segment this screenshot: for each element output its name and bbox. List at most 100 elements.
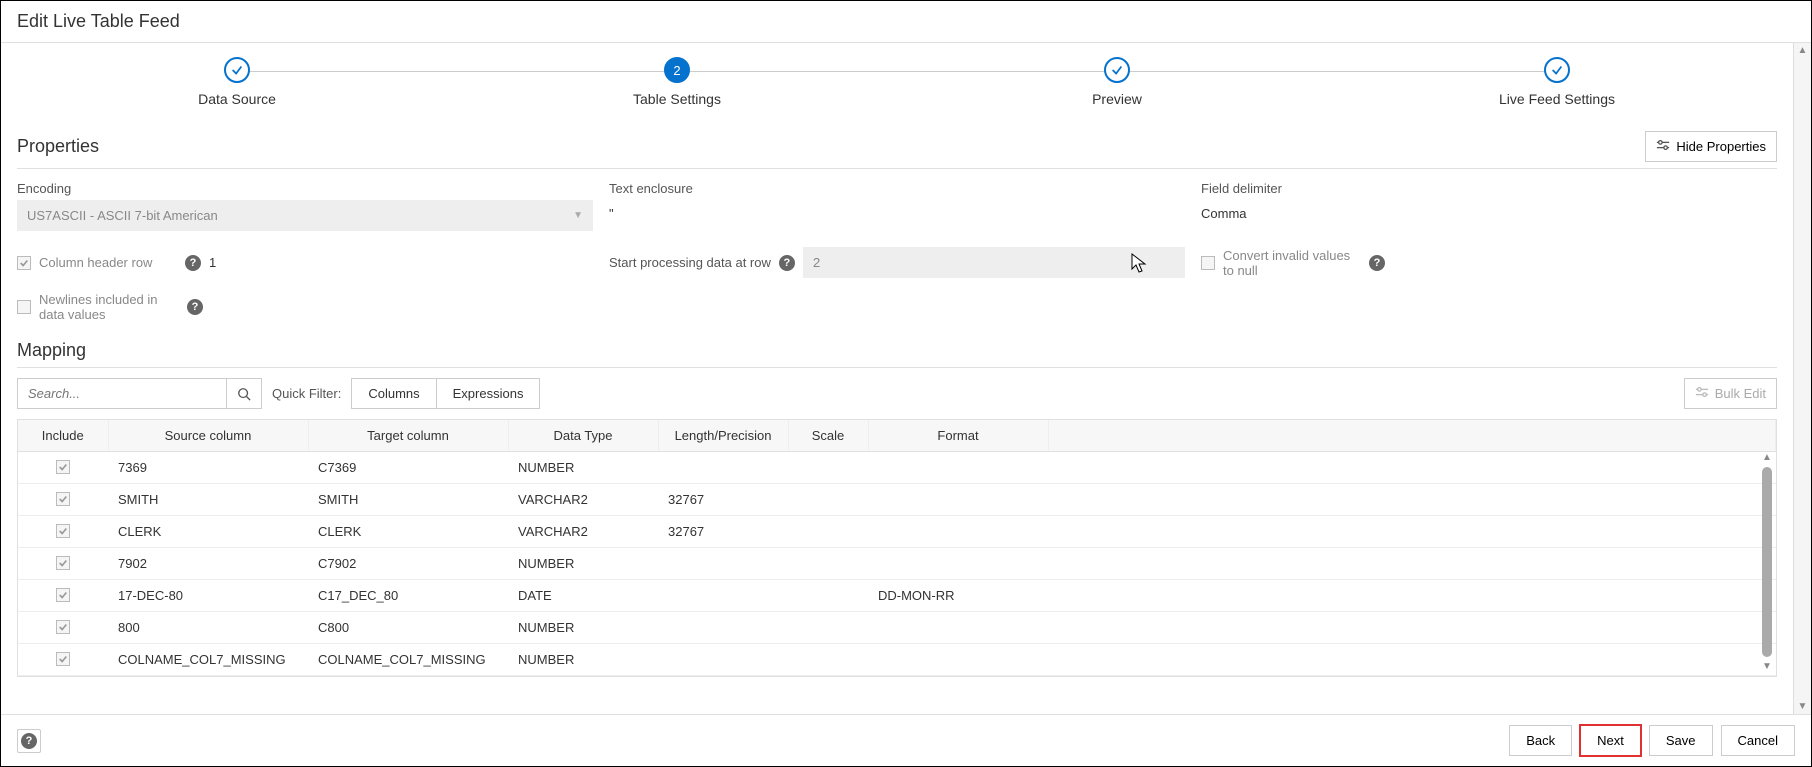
column-header-row-value: 1: [209, 255, 216, 270]
table-row[interactable]: CLERKCLERKVARCHAR232767: [18, 516, 1776, 548]
bulk-edit-button[interactable]: Bulk Edit: [1684, 378, 1777, 409]
column-header-row-checkbox[interactable]: [17, 256, 31, 270]
source-cell: CLERK: [108, 516, 308, 548]
include-checkbox[interactable]: [56, 652, 70, 666]
newlines-checkbox[interactable]: [17, 300, 31, 314]
field-delimiter-label: Field delimiter: [1201, 181, 1777, 196]
table-row[interactable]: 7902C7902NUMBER: [18, 548, 1776, 580]
source-cell: 7902: [108, 548, 308, 580]
help-icon[interactable]: ?: [779, 255, 795, 271]
include-checkbox[interactable]: [56, 460, 70, 474]
bulk-edit-label: Bulk Edit: [1715, 386, 1766, 401]
dtype-cell: DATE: [508, 580, 658, 612]
format-cell: [868, 612, 1048, 644]
table-row[interactable]: COLNAME_COL7_MISSINGCOLNAME_COL7_MISSING…: [18, 644, 1776, 676]
encoding-select[interactable]: US7ASCII - ASCII 7-bit American ▼: [17, 200, 593, 231]
help-icon: ?: [21, 733, 37, 749]
include-checkbox[interactable]: [56, 620, 70, 634]
field-delimiter-value: Comma: [1201, 200, 1777, 227]
col-target[interactable]: Target column: [308, 420, 508, 452]
convert-null-label: Convert invalid values to null: [1223, 248, 1353, 278]
format-cell: [868, 484, 1048, 516]
help-icon[interactable]: ?: [185, 255, 201, 271]
help-icon[interactable]: ?: [1369, 255, 1385, 271]
newlines-label: Newlines included in data values: [39, 292, 179, 322]
len-cell: [658, 612, 788, 644]
col-dtype[interactable]: Data Type: [508, 420, 658, 452]
len-cell: 32767: [658, 516, 788, 548]
step-number: 2: [673, 63, 680, 78]
chevron-down-icon: ▼: [573, 210, 583, 221]
col-format[interactable]: Format: [868, 420, 1048, 452]
dtype-cell: NUMBER: [508, 644, 658, 676]
target-cell: C17_DEC_80: [308, 580, 508, 612]
encoding-value: US7ASCII - ASCII 7-bit American: [27, 208, 218, 223]
cancel-button[interactable]: Cancel: [1721, 725, 1795, 756]
scroll-down-icon[interactable]: ▼: [1794, 699, 1811, 714]
step-live-feed-label: Live Feed Settings: [1499, 91, 1615, 107]
sliders-icon: [1695, 385, 1709, 402]
step-table-settings-icon[interactable]: 2: [664, 57, 690, 83]
save-button[interactable]: Save: [1649, 725, 1713, 756]
source-cell: 7369: [108, 452, 308, 484]
step-live-feed-icon[interactable]: [1544, 57, 1570, 83]
col-source[interactable]: Source column: [108, 420, 308, 452]
text-enclosure-value: ": [609, 200, 1185, 227]
filter-expressions-button[interactable]: Expressions: [436, 379, 540, 408]
scale-cell: [788, 452, 868, 484]
dtype-cell: NUMBER: [508, 452, 658, 484]
table-row[interactable]: SMITHSMITHVARCHAR232767: [18, 484, 1776, 516]
format-cell: [868, 644, 1048, 676]
col-include[interactable]: Include: [18, 420, 108, 452]
help-icon[interactable]: ?: [187, 299, 203, 315]
table-row[interactable]: 7369C7369NUMBER: [18, 452, 1776, 484]
source-cell: 800: [108, 612, 308, 644]
step-data-source-label: Data Source: [198, 91, 276, 107]
window-scrollbar[interactable]: ▲ ▼: [1793, 43, 1811, 714]
format-cell: [868, 548, 1048, 580]
target-cell: C7902: [308, 548, 508, 580]
step-preview-icon[interactable]: [1104, 57, 1130, 83]
scale-cell: [788, 548, 868, 580]
scroll-thumb[interactable]: [1762, 467, 1772, 657]
target-cell: C800: [308, 612, 508, 644]
start-row-input[interactable]: [803, 247, 1185, 278]
next-button[interactable]: Next: [1580, 725, 1641, 756]
include-checkbox[interactable]: [56, 524, 70, 538]
table-row[interactable]: 800C800NUMBER: [18, 612, 1776, 644]
col-scale[interactable]: Scale: [788, 420, 868, 452]
source-cell: 17-DEC-80: [108, 580, 308, 612]
dtype-cell: NUMBER: [508, 548, 658, 580]
help-button[interactable]: ?: [17, 729, 41, 753]
include-checkbox[interactable]: [56, 492, 70, 506]
scroll-up-icon[interactable]: ▲: [1794, 43, 1811, 58]
len-cell: [658, 644, 788, 676]
scale-cell: [788, 516, 868, 548]
table-row[interactable]: 17-DEC-80C17_DEC_80DATEDD-MON-RR: [18, 580, 1776, 612]
wizard-stepper: Data Source 2 Table Settings Preview: [17, 43, 1777, 125]
target-cell: CLERK: [308, 516, 508, 548]
search-button[interactable]: [227, 378, 262, 409]
scroll-down-icon[interactable]: ▼: [1760, 659, 1774, 674]
encoding-label: Encoding: [17, 181, 593, 196]
start-row-label: Start processing data at row: [609, 255, 771, 270]
back-button[interactable]: Back: [1509, 725, 1572, 756]
properties-title: Properties: [17, 136, 99, 157]
len-cell: [658, 452, 788, 484]
len-cell: [658, 580, 788, 612]
convert-null-checkbox[interactable]: [1201, 256, 1215, 270]
column-header-row-label: Column header row: [39, 255, 152, 270]
text-enclosure-label: Text enclosure: [609, 181, 1185, 196]
dtype-cell: VARCHAR2: [508, 484, 658, 516]
quick-filter-label: Quick Filter:: [272, 386, 341, 401]
search-input[interactable]: [17, 378, 227, 409]
include-checkbox[interactable]: [56, 556, 70, 570]
col-len[interactable]: Length/Precision: [658, 420, 788, 452]
step-data-source-icon[interactable]: [224, 57, 250, 83]
filter-columns-button[interactable]: Columns: [352, 379, 435, 408]
hide-properties-button[interactable]: Hide Properties: [1645, 131, 1777, 162]
table-scrollbar[interactable]: ▲ ▼: [1760, 450, 1774, 674]
scroll-up-icon[interactable]: ▲: [1760, 450, 1774, 465]
include-checkbox[interactable]: [56, 588, 70, 602]
step-preview-label: Preview: [1092, 91, 1142, 107]
